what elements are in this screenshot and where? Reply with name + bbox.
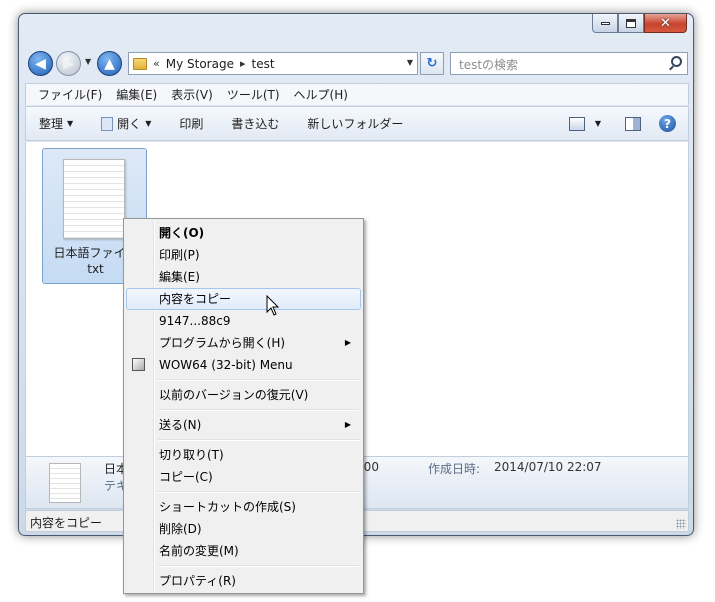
change-view-icon[interactable]: [568, 116, 585, 131]
menu-item-cut-label: 切り取り(T): [159, 448, 224, 462]
preview-pane-icon[interactable]: [625, 116, 641, 131]
search-placeholder: testの検索: [459, 58, 519, 72]
address-dropdown-icon[interactable]: ▼: [407, 58, 413, 67]
refresh-button[interactable]: ↻: [420, 52, 444, 75]
text-file-icon: [63, 159, 125, 239]
menu-separator: [158, 379, 359, 381]
menu-separator: [158, 565, 359, 567]
menu-item-print-label: 印刷(P): [159, 248, 200, 262]
resize-grip[interactable]: [676, 519, 686, 529]
folder-icon: [133, 57, 147, 70]
view-dropdown-icon[interactable]: ▼: [595, 119, 601, 128]
menu-item-shortcut-label: ショートカットの作成(S): [159, 500, 296, 514]
search-input[interactable]: testの検索: [450, 52, 688, 75]
menu-item-restore-label: 以前のバージョンの復元(V): [159, 388, 309, 402]
open-button[interactable]: 開く ▼: [101, 115, 151, 132]
menu-item-open-label: 開く(O): [159, 226, 205, 240]
menu-item-open-with[interactable]: プログラムから開く(H) ▶: [126, 332, 361, 354]
breadcrumb-my-storage[interactable]: My Storage: [166, 57, 234, 71]
up-arrow-icon: ▲: [104, 55, 115, 72]
up-button[interactable]: ▲: [97, 51, 122, 76]
menu-item-delete-label: 削除(D): [159, 522, 202, 536]
command-bar: 整理 ▼ 開く ▼ 印刷 書き込む 新しいフォルダー ▼ ?: [25, 106, 689, 141]
menu-view[interactable]: 表示(V): [171, 86, 213, 103]
back-button[interactable]: ◀: [28, 51, 53, 76]
submenu-arrow-icon: ▶: [344, 338, 351, 347]
menu-item-open[interactable]: 開く(O): [126, 222, 361, 244]
forward-arrow-icon: ▶: [63, 55, 74, 72]
menu-item-hash-label: 9147...88c9: [159, 314, 231, 328]
menu-item-hash[interactable]: 9147...88c9: [126, 310, 361, 332]
breadcrumb-separator-icon[interactable]: ▸: [240, 57, 246, 70]
organize-button[interactable]: 整理 ▼: [39, 115, 73, 132]
menu-item-open-with-label: プログラムから開く(H): [159, 336, 286, 350]
burn-label: 書き込む: [231, 117, 280, 131]
menu-item-create-shortcut[interactable]: ショートカットの作成(S): [126, 496, 361, 518]
menu-item-edit[interactable]: 編集(E): [126, 266, 361, 288]
refresh-icon: ↻: [426, 56, 438, 71]
address-bar[interactable]: « My Storage ▸ test ▼: [128, 52, 418, 75]
menu-item-send-to[interactable]: 送る(N) ▶: [126, 414, 361, 436]
menu-item-properties[interactable]: プロパティ(R): [126, 570, 361, 592]
menu-file[interactable]: ファイル(F): [38, 86, 102, 103]
caption-buttons: ✕: [592, 14, 687, 34]
menu-tools[interactable]: ツール(T): [227, 86, 280, 103]
menu-item-rename[interactable]: 名前の変更(M): [126, 540, 361, 562]
new-folder-button[interactable]: 新しいフォルダー: [307, 115, 403, 132]
open-label: 開く: [117, 117, 142, 131]
menu-item-properties-label: プロパティ(R): [159, 574, 236, 588]
menu-edit[interactable]: 編集(E): [116, 86, 157, 103]
menu-item-copy-label: コピー(C): [159, 470, 213, 484]
menu-item-delete[interactable]: 削除(D): [126, 518, 361, 540]
help-icon[interactable]: ?: [659, 115, 676, 132]
address-overflow[interactable]: «: [153, 57, 160, 70]
menu-item-copy-content-label: 内容をコピー: [159, 292, 232, 306]
close-icon: ✕: [660, 15, 671, 31]
menu-separator: [158, 439, 359, 441]
menu-item-cut[interactable]: 切り取り(T): [126, 444, 361, 466]
details-file-icon: [49, 463, 81, 503]
menu-help[interactable]: ヘルプ(H): [294, 86, 348, 103]
organize-dropdown-icon: ▼: [67, 119, 74, 128]
minimize-button[interactable]: [592, 14, 618, 33]
breadcrumb-test[interactable]: test: [252, 57, 275, 71]
details-created-label: 作成日時:: [428, 462, 481, 476]
menu-item-wow64-label: WOW64 (32-bit) Menu: [159, 358, 293, 372]
wow64-app-icon: [132, 358, 145, 371]
history-dropdown-icon[interactable]: ▼: [85, 57, 91, 66]
notepad-icon: [101, 116, 114, 131]
close-button[interactable]: ✕: [644, 14, 687, 33]
back-arrow-icon: ◀: [35, 55, 46, 72]
organize-label: 整理: [39, 117, 64, 131]
navigation-bar: ◀ ▶ ▼ ▲ « My Storage ▸ test ▼ ↻ testの検索: [25, 47, 689, 79]
menu-bar: ファイル(F) 編集(E) 表示(V) ツール(T) ヘルプ(H): [25, 83, 689, 105]
open-dropdown-icon: ▼: [145, 119, 152, 128]
context-menu: 開く(O) 印刷(P) 編集(E) 内容をコピー 9147...88c9 プログ…: [123, 218, 364, 594]
menu-item-print[interactable]: 印刷(P): [126, 244, 361, 266]
print-label: 印刷: [179, 117, 204, 131]
status-text: 内容をコピー: [30, 516, 103, 530]
menu-item-edit-label: 編集(E): [159, 270, 200, 284]
menu-item-restore-versions[interactable]: 以前のバージョンの復元(V): [126, 384, 361, 406]
command-bar-right: ▼ ?: [568, 115, 676, 132]
menu-item-send-to-label: 送る(N): [159, 418, 202, 432]
menu-item-rename-label: 名前の変更(M): [159, 544, 239, 558]
maximize-icon: [626, 18, 636, 28]
menu-item-copy-content[interactable]: 内容をコピー: [126, 288, 361, 310]
details-created-value: 2014/07/10 22:07: [494, 460, 602, 474]
search-icon[interactable]: [671, 56, 682, 67]
menu-item-copy[interactable]: コピー(C): [126, 466, 361, 488]
menu-separator: [158, 409, 359, 411]
burn-button[interactable]: 書き込む: [231, 115, 279, 132]
submenu-arrow-icon: ▶: [344, 420, 351, 429]
menu-item-wow64[interactable]: WOW64 (32-bit) Menu: [126, 354, 361, 376]
menu-separator: [158, 491, 359, 493]
print-button[interactable]: 印刷: [179, 115, 203, 132]
maximize-button[interactable]: [618, 14, 644, 33]
new-folder-label: 新しいフォルダー: [307, 117, 404, 131]
forward-button[interactable]: ▶: [56, 51, 81, 76]
minimize-icon: [600, 21, 610, 25]
